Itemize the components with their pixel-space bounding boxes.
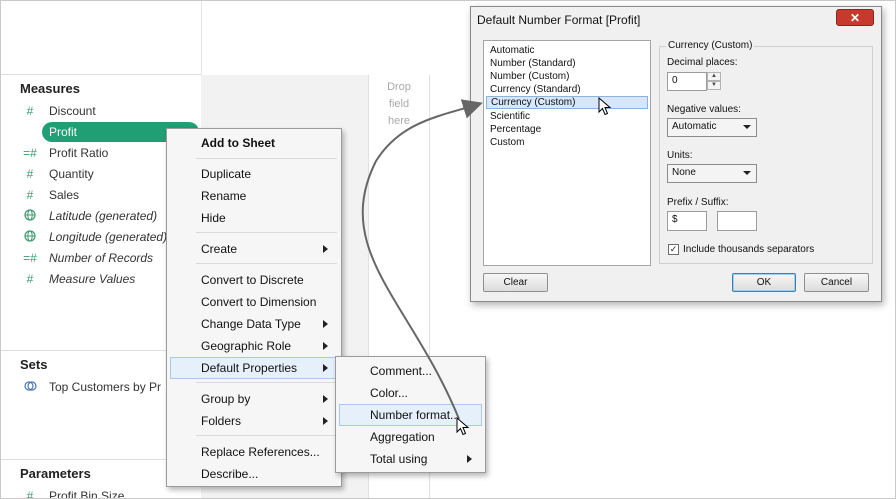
mouse-cursor-icon bbox=[456, 417, 470, 436]
mouse-cursor-icon bbox=[598, 97, 612, 116]
app-window: Measures # Discount # Profit =# Profit R… bbox=[0, 0, 896, 499]
annotation-arrow-icon bbox=[361, 99, 483, 420]
